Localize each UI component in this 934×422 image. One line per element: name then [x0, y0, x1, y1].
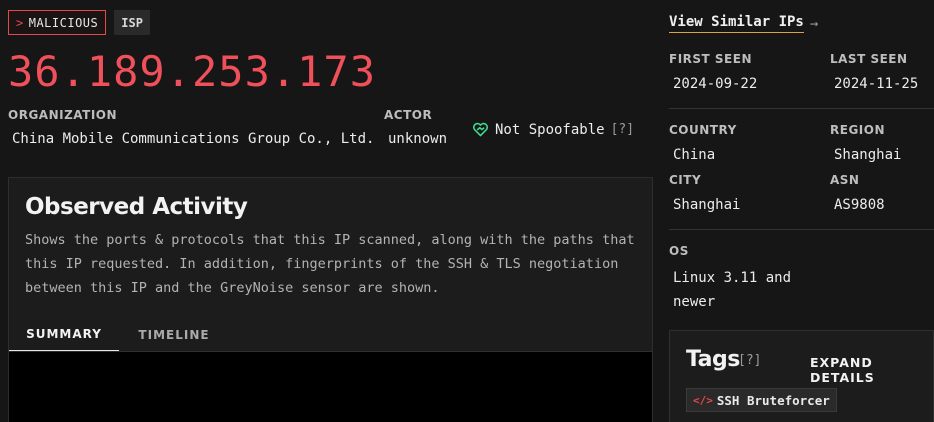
asn-value: AS9808 [834, 197, 885, 213]
expand-details-button[interactable]: EXPAND DETAILS [810, 355, 933, 385]
actor-label: ACTOR [384, 108, 433, 122]
tag-chip[interactable]: </> SSH Bruteforcer [686, 388, 837, 412]
classification-badges: > MALICIOUS ISP [8, 10, 150, 35]
os-value: Linux 3.11 and newer [673, 270, 792, 310]
country-label: COUNTRY [669, 123, 737, 137]
first-seen-value: 2024-09-22 [673, 76, 758, 92]
organization-label: ORGANIZATION [8, 108, 118, 122]
last-seen-label: LAST SEEN [830, 52, 908, 66]
activity-content-panel [9, 352, 652, 422]
section-divider [669, 108, 934, 109]
tags-card: Tags [?] EXPAND DETAILS </> SSH Brutefor… [669, 330, 934, 422]
tag-label: SSH Bruteforcer [716, 392, 830, 408]
region-value: Shanghai [834, 147, 902, 163]
ip-detail-page: > MALICIOUS ISP 36.189.253.173 ORGANIZAT… [0, 0, 934, 422]
region-label: REGION [830, 123, 885, 137]
first-seen-label: FIRST SEEN [669, 52, 752, 66]
country-value: China [673, 147, 716, 163]
activity-tabs: SUMMARY TIMELINE [9, 318, 229, 352]
ip-address: 36.189.253.173 [8, 47, 377, 96]
spoofable-help-link[interactable]: [?] [611, 122, 634, 137]
isp-badge[interactable]: ISP [114, 10, 150, 35]
observed-activity-description: Shows the ports & protocols that this IP… [25, 232, 635, 296]
heart-handshake-icon [473, 122, 488, 137]
chevron-right-icon: > [16, 15, 24, 30]
spoofable-status: Not Spoofable [?] [472, 121, 634, 138]
city-label: CITY [669, 173, 702, 187]
tab-timeline[interactable]: TIMELINE [119, 318, 229, 352]
arrow-right-icon: → [809, 15, 819, 32]
os-label: OS [669, 244, 689, 258]
malicious-label: MALICIOUS [28, 15, 99, 30]
observed-activity-title: Observed Activity [25, 194, 248, 220]
last-seen-value: 2024-11-25 [834, 76, 919, 92]
section-divider [669, 229, 934, 230]
view-similar-ips[interactable]: View Similar IPs → [669, 14, 818, 33]
spoofable-label: Not Spoofable [495, 121, 605, 138]
code-icon: </> [693, 393, 713, 407]
tags-title: Tags [686, 347, 740, 372]
asn-label: ASN [830, 173, 860, 187]
city-value: Shanghai [673, 197, 741, 213]
view-similar-ips-link[interactable]: View Similar IPs [669, 14, 804, 33]
observed-activity-card: Observed Activity Shows the ports & prot… [8, 177, 653, 422]
malicious-badge[interactable]: > MALICIOUS [8, 10, 107, 35]
tags-help-link[interactable]: [?] [738, 353, 761, 368]
actor-value: unknown [388, 131, 448, 147]
organization-value: China Mobile Communications Group Co., L… [12, 131, 375, 147]
tab-summary[interactable]: SUMMARY [9, 318, 119, 352]
